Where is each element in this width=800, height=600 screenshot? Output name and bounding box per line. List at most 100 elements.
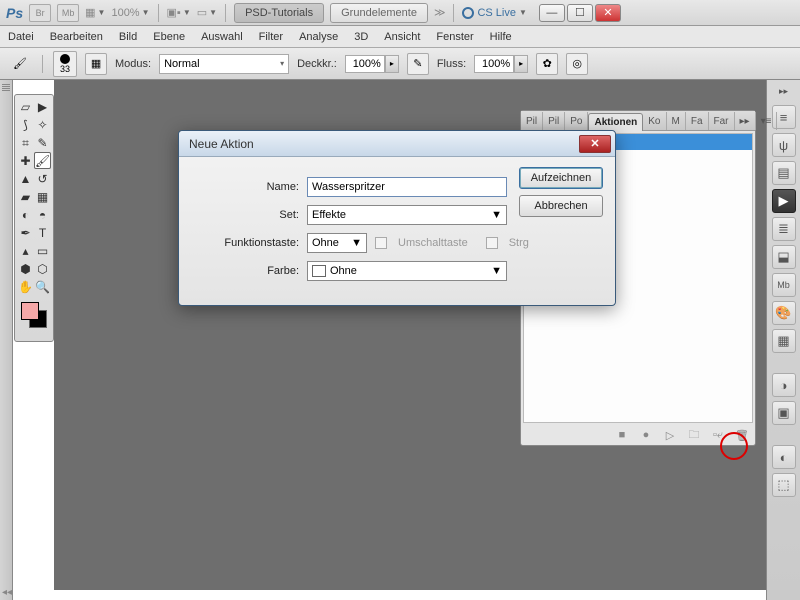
fluss-input[interactable]: 100% (474, 55, 514, 73)
shift-checkbox (375, 237, 387, 249)
lasso-tool[interactable]: ⟆ (17, 116, 34, 134)
arrange-dropdown[interactable]: ▣▪ ▼ (167, 6, 191, 19)
deckkr-flyout-icon[interactable]: ▸ (385, 55, 399, 73)
panel-tab[interactable]: Ko (643, 112, 666, 130)
panel-tab[interactable]: Po (565, 112, 588, 130)
3d-camera-tool[interactable]: ⬡ (34, 260, 51, 278)
color-swatches[interactable] (21, 302, 47, 332)
panel-tab-aktionen[interactable]: Aktionen (588, 113, 643, 131)
workspace-tab-psd-tutorials[interactable]: PSD-Tutorials (234, 3, 324, 23)
zoom-tool[interactable]: 🔍 (34, 278, 51, 296)
paths-panel-icon[interactable]: ◐ (772, 445, 796, 469)
panel-menu-icon[interactable]: ▾≡ (756, 112, 778, 130)
panel-tab[interactable]: Far (709, 112, 735, 130)
layers-panel-icon[interactable]: ◑ (772, 373, 796, 397)
panel-tab[interactable]: Pil (521, 112, 543, 130)
panel-tab[interactable]: Fa (686, 112, 709, 130)
cs-live-button[interactable]: CS Live ▼ (462, 7, 526, 19)
path-select-tool[interactable]: ▴ (17, 242, 34, 260)
wand-tool[interactable]: ✧ (34, 116, 51, 134)
menu-filter[interactable]: Filter (259, 31, 283, 43)
character-panel-icon[interactable]: ≣ (772, 217, 796, 241)
new-action-icon[interactable]: ▫⤶ (711, 428, 725, 442)
color-panel-icon[interactable]: 🎨 (772, 301, 796, 325)
workspace-tab-grundelemente[interactable]: Grundelemente (330, 3, 428, 23)
styles-panel-icon[interactable]: ⬓ (772, 245, 796, 269)
brush-preset-picker[interactable]: 33 (53, 51, 77, 77)
mb-panel-icon[interactable]: Mb (772, 273, 796, 297)
move-tool[interactable]: ▱ (17, 98, 34, 116)
fluss-flyout-icon[interactable]: ▸ (514, 55, 528, 73)
maximize-button[interactable]: ☐ (567, 4, 593, 22)
cancel-button[interactable]: Abbrechen (519, 195, 603, 217)
menu-3d[interactable]: 3D (354, 31, 368, 43)
farbe-select[interactable]: Ohne▼ (307, 261, 507, 281)
gradient-tool[interactable]: ▦ (34, 188, 51, 206)
tablet-size-icon[interactable]: ◎ (566, 53, 588, 75)
minimize-button[interactable]: — (539, 4, 565, 22)
deckkr-input[interactable]: 100% (345, 55, 385, 73)
menu-hilfe[interactable]: Hilfe (490, 31, 512, 43)
bridge-icon[interactable]: Br (29, 4, 51, 22)
more-workspaces-icon[interactable]: ≫ (434, 6, 446, 19)
info-panel-icon[interactable]: ⬚ (772, 473, 796, 497)
close-button[interactable]: ✕ (595, 4, 621, 22)
panel-more-tabs-icon[interactable]: ▸▸ (735, 112, 756, 130)
fg-color-swatch[interactable] (21, 302, 39, 320)
menu-auswahl[interactable]: Auswahl (201, 31, 243, 43)
zoom-dropdown[interactable]: 100% ▼ (111, 7, 149, 19)
brush-tool-icon[interactable]: 🖌 (8, 52, 32, 76)
dodge-tool[interactable]: ◓ (34, 206, 51, 224)
menu-ebene[interactable]: Ebene (153, 31, 185, 43)
actions-panel-icon[interactable]: ▶ (772, 189, 796, 213)
pen-tool[interactable]: ✒ (17, 224, 34, 242)
tablet-opacity-icon[interactable]: ✎ (407, 53, 429, 75)
properties-panel-icon[interactable]: ▤ (772, 161, 796, 185)
brush-panel-toggle-icon[interactable]: ▦ (85, 53, 107, 75)
swatches-panel-icon[interactable]: ▦ (772, 329, 796, 353)
brush-tool[interactable]: 🖌 (34, 152, 51, 169)
airbrush-icon[interactable]: ✿ (536, 53, 558, 75)
menu-bar: Datei Bearbeiten Bild Ebene Auswahl Filt… (0, 26, 800, 48)
menu-datei[interactable]: Datei (8, 31, 34, 43)
name-input[interactable] (307, 177, 507, 197)
healing-tool[interactable]: ✚ (17, 152, 34, 170)
fkey-select[interactable]: Ohne▼ (307, 233, 367, 253)
crop-tool[interactable]: ⌗ (17, 134, 34, 152)
trash-icon[interactable]: 🗑 (735, 428, 749, 442)
menu-analyse[interactable]: Analyse (299, 31, 338, 43)
shape-tool[interactable]: ▭ (34, 242, 51, 260)
stamp-tool[interactable]: ▲ (17, 170, 34, 188)
play-icon[interactable]: ▷ (663, 428, 677, 442)
minibridge-icon[interactable]: Mb (57, 4, 79, 22)
eraser-tool[interactable]: ▰ (17, 188, 34, 206)
view-extras-dropdown[interactable]: ▦ ▼ (85, 6, 105, 19)
record-button[interactable]: Aufzeichnen (519, 167, 603, 189)
menu-fenster[interactable]: Fenster (436, 31, 473, 43)
dialog-titlebar[interactable]: Neue Aktion ✕ (179, 131, 615, 157)
menu-bild[interactable]: Bild (119, 31, 137, 43)
new-action-dialog: Neue Aktion ✕ Name: Set: Effekte▼ Funkti… (178, 130, 616, 306)
dialog-close-button[interactable]: ✕ (579, 135, 611, 153)
channels-panel-icon[interactable]: ▣ (772, 401, 796, 425)
set-select[interactable]: Effekte▼ (307, 205, 507, 225)
left-collapse-icon[interactable]: ◂◂ (0, 585, 14, 600)
3d-tool[interactable]: ⬢ (17, 260, 34, 278)
menu-bearbeiten[interactable]: Bearbeiten (50, 31, 103, 43)
menu-ansicht[interactable]: Ansicht (384, 31, 420, 43)
panel-tab[interactable]: Pil (543, 112, 565, 130)
hand-tool[interactable]: ✋ (17, 278, 34, 296)
stop-icon[interactable]: ■ (615, 428, 629, 442)
type-tool[interactable]: T (34, 224, 51, 242)
modus-select[interactable]: Normal▾ (159, 54, 289, 74)
marquee-tool[interactable]: ▶ (34, 98, 51, 116)
history-brush-tool[interactable]: ↺ (34, 170, 51, 188)
collapse-dock-icon[interactable]: ▸▸ (779, 86, 788, 97)
record-icon[interactable]: ● (639, 428, 653, 442)
new-set-icon[interactable]: 🗀 (687, 428, 701, 442)
adjustments-panel-icon[interactable]: ψ (772, 133, 796, 157)
blur-tool[interactable]: ◐ (17, 206, 34, 224)
eyedropper-tool[interactable]: ✎ (34, 134, 51, 152)
panel-tab[interactable]: M (667, 112, 686, 130)
screen-mode-dropdown[interactable]: ▭ ▼ (197, 6, 217, 19)
